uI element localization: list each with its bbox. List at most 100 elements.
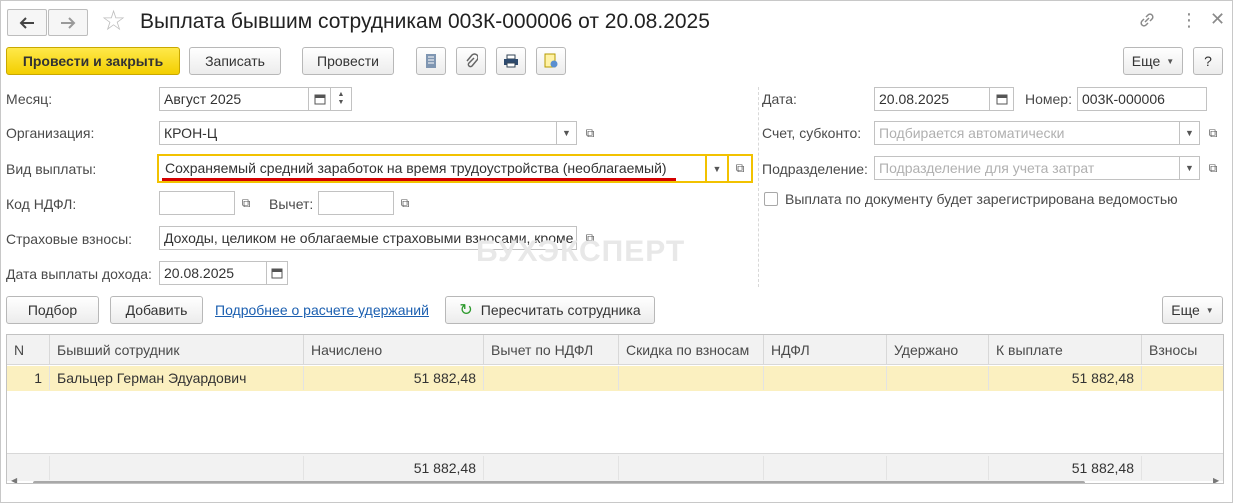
employees-table: N Бывший сотрудник Начислено Вычет по НД… — [6, 334, 1224, 484]
table-cell: 51 882,48 — [304, 366, 484, 390]
column-header-contributions[interactable]: Взносы — [1142, 335, 1223, 365]
open-icon[interactable]: ⧉ — [729, 154, 753, 183]
more-label: Еще — [1171, 302, 1200, 318]
number-field[interactable]: 003К-000006 — [1077, 87, 1207, 111]
print-icon[interactable] — [496, 47, 526, 75]
add-button[interactable]: Добавить — [110, 296, 203, 324]
date-field[interactable]: 20.08.2025 — [874, 87, 990, 111]
table-cell — [1142, 366, 1223, 390]
column-header-ndfl[interactable]: НДФЛ — [764, 335, 887, 365]
column-divider — [758, 87, 759, 287]
scroll-right-icon[interactable]: ▶ — [1213, 476, 1219, 483]
column-header-withheld[interactable]: Удержано — [887, 335, 989, 365]
deduction-field[interactable] — [318, 191, 394, 215]
open-icon[interactable]: ⧉ — [579, 121, 601, 145]
link-icon[interactable] — [1138, 11, 1156, 34]
insurance-label: Страховые взносы: — [6, 231, 133, 247]
income-date-label: Дата выплаты дохода: — [6, 266, 152, 282]
report-icon[interactable] — [536, 47, 566, 75]
total-accrued: 51 882,48 — [304, 456, 484, 480]
dropdown-icon[interactable]: ▼ — [1180, 156, 1200, 180]
refresh-icon: ↻ — [459, 302, 473, 319]
open-icon[interactable]: ⧉ — [394, 191, 416, 215]
table-cell — [764, 366, 887, 390]
more-menu-button[interactable]: Еще ▼ — [1123, 47, 1183, 75]
number-label: Номер: — [1025, 91, 1072, 107]
horizontal-scrollbar[interactable]: ◀ ▶ — [7, 476, 1223, 483]
month-field[interactable]: Август 2025 — [159, 87, 309, 111]
more-vert-icon[interactable]: ⋮ — [1180, 10, 1198, 31]
chevron-down-icon[interactable]: ▼ — [338, 99, 345, 107]
column-header-to-pay[interactable]: К выплате — [989, 335, 1142, 365]
total-cell — [619, 456, 764, 480]
table-cell: 1 — [7, 366, 50, 390]
help-button[interactable]: ? — [1193, 47, 1223, 75]
dropdown-icon[interactable]: ▼ — [707, 154, 729, 183]
total-cell — [887, 456, 989, 480]
dropdown-icon[interactable]: ▼ — [557, 121, 577, 145]
arrow-left-icon — [19, 16, 34, 29]
details-link[interactable]: Подробнее о расчете удержаний — [215, 302, 429, 318]
department-field[interactable]: Подразделение для учета затрат — [874, 156, 1180, 180]
month-stepper[interactable]: ▲ ▼ — [331, 87, 352, 111]
total-to-pay: 51 882,48 — [989, 456, 1142, 480]
pay-type-label: Вид выплаты: — [6, 161, 97, 177]
account-field[interactable]: Подбирается автоматически — [874, 121, 1180, 145]
organization-field[interactable]: КРОН-Ц — [159, 121, 557, 145]
table-cell — [484, 366, 619, 390]
watermark: БУХЭКСПЕРТ — [476, 235, 686, 268]
paperclip-icon[interactable] — [456, 47, 486, 75]
total-cell — [764, 456, 887, 480]
income-date-field[interactable]: 20.08.2025 — [159, 261, 267, 285]
highlight-underline — [162, 178, 676, 181]
deduction-label: Вычет: — [269, 196, 314, 212]
chevron-down-icon: ▼ — [1166, 56, 1175, 66]
column-header-employee[interactable]: Бывший сотрудник — [50, 335, 304, 365]
open-icon[interactable]: ⧉ — [1202, 156, 1224, 180]
close-icon[interactable]: ✕ — [1210, 9, 1225, 30]
total-cell — [1142, 456, 1223, 480]
ndfl-code-label: Код НДФЛ: — [6, 196, 77, 212]
statement-checkbox-label: Выплата по документу будет зарегистриров… — [785, 191, 1178, 207]
calendar-icon[interactable] — [267, 261, 288, 285]
table-cell: Бальцер Герман Эдуардович — [50, 366, 304, 390]
pick-button[interactable]: Подбор — [6, 296, 99, 324]
department-label: Подразделение: — [762, 161, 868, 177]
star-icon[interactable]: ☆ — [101, 7, 126, 35]
save-button[interactable]: Записать — [189, 47, 281, 75]
post-button[interactable]: Провести — [302, 47, 394, 75]
table-row[interactable]: 1 Бальцер Герман Эдуардович 51 882,48 51… — [7, 366, 1223, 391]
column-header-contribution-discount[interactable]: Скидка по взносам — [619, 335, 764, 365]
scroll-left-icon[interactable]: ◀ — [11, 476, 17, 483]
table-cell: 51 882,48 — [989, 366, 1142, 390]
statement-checkbox[interactable] — [764, 192, 778, 206]
open-icon[interactable]: ⧉ — [1202, 121, 1224, 145]
table-cell — [887, 366, 989, 390]
scrollbar-thumb[interactable] — [33, 481, 1085, 483]
month-label: Месяц: — [6, 91, 53, 107]
table-footer: 51 882,48 51 882,48 — [7, 453, 1223, 481]
account-label: Счет, субконто: — [762, 125, 862, 141]
back-button[interactable] — [7, 9, 47, 36]
more-label: Еще — [1131, 53, 1161, 69]
calendar-icon[interactable] — [309, 87, 331, 111]
ndfl-code-field[interactable] — [159, 191, 235, 215]
table-more-button[interactable]: Еще ▼ — [1162, 296, 1223, 324]
forward-button[interactable] — [48, 9, 88, 36]
column-header-ndfl-deduction[interactable]: Вычет по НДФЛ — [484, 335, 619, 365]
column-header-n[interactable]: N — [7, 335, 50, 365]
arrow-right-icon — [61, 16, 76, 29]
recalculate-button[interactable]: ↻ Пересчитать сотрудника — [445, 296, 655, 324]
post-and-close-button[interactable]: Провести и закрыть — [6, 47, 180, 75]
calendar-icon[interactable] — [990, 87, 1014, 111]
total-cell — [50, 456, 304, 480]
column-header-accrued[interactable]: Начислено — [304, 335, 484, 365]
chevron-up-icon[interactable]: ▲ — [338, 91, 345, 99]
date-label: Дата: — [762, 91, 797, 107]
page-title: Выплата бывшим сотрудникам 003К-000006 о… — [140, 10, 710, 33]
recalculate-label: Пересчитать сотрудника — [480, 302, 641, 318]
open-icon[interactable]: ⧉ — [235, 191, 257, 215]
dropdown-icon[interactable]: ▼ — [1180, 121, 1200, 145]
table-cell — [619, 366, 764, 390]
list-icon[interactable] — [416, 47, 446, 75]
